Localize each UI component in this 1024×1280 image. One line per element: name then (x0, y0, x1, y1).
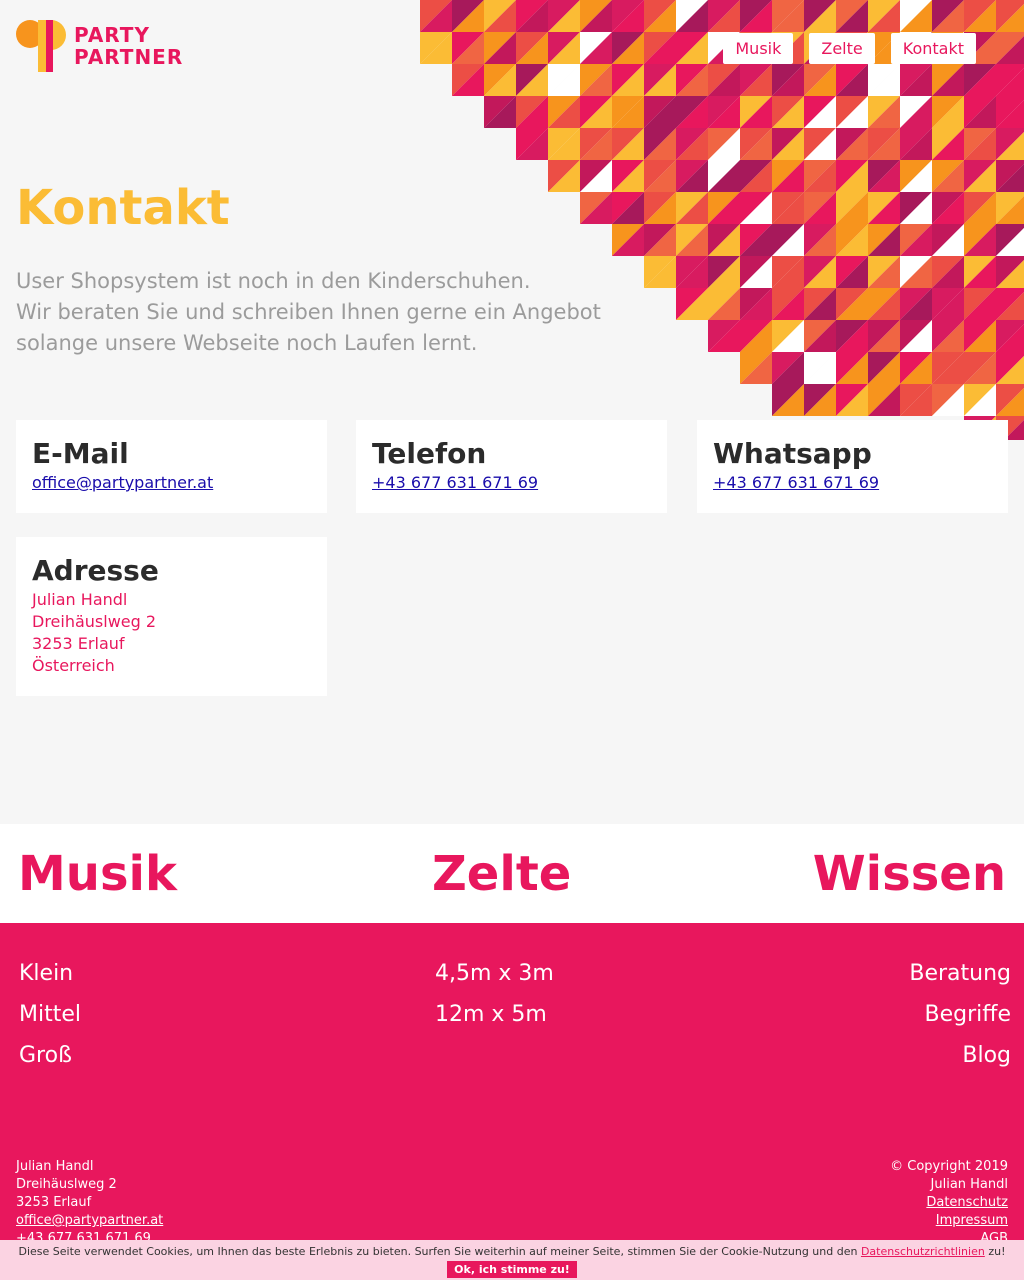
footer-legal: © Copyright 2019 Julian Handl Datenschut… (890, 1158, 1008, 1248)
main-nav: Musik Zelte Kontakt (723, 33, 976, 64)
datenschutz-link[interactable]: Datenschutz (926, 1195, 1008, 1210)
footer-link-zelt-small[interactable]: 4,5m x 3m (435, 961, 554, 986)
cookie-suffix: zu! (988, 1245, 1006, 1258)
email-card: E-Mail office@partypartner.at (16, 420, 327, 513)
whatsapp-card: Whatsapp +43 677 631 671 69 (697, 420, 1008, 513)
footer-contact-name: Julian Handl (16, 1159, 94, 1174)
footer-link-blog[interactable]: Blog (962, 1043, 1011, 1068)
address-line: Dreihäuslweg 2 (32, 612, 157, 631)
intro-line: User Shopsystem ist noch in den Kindersc… (16, 269, 531, 293)
impressum-link[interactable]: Impressum (936, 1213, 1008, 1228)
phone-link[interactable]: +43 677 631 671 69 (372, 473, 538, 492)
whatsapp-link[interactable]: +43 677 631 671 69 (713, 473, 879, 492)
copyright-text: © Copyright 2019 (890, 1159, 1008, 1174)
logo-line1: PARTY (74, 23, 150, 47)
address-line: Österreich (32, 656, 115, 675)
footer-headings: Musik Zelte Wissen (0, 824, 1024, 923)
address-line: Julian Handl (32, 590, 128, 609)
cookie-text: Diese Seite verwendet Cookies, um Ihnen … (18, 1245, 858, 1258)
email-link[interactable]: office@partypartner.at (32, 473, 213, 492)
footer-contact-city: 3253 Erlauf (16, 1195, 92, 1210)
footer-owner: Julian Handl (930, 1177, 1008, 1192)
logo-line2: PARTNER (74, 45, 184, 69)
footer-link-begriffe[interactable]: Begriffe (925, 1002, 1011, 1027)
phone-card: Telefon +43 677 631 671 69 (356, 420, 667, 513)
decorative-triangle-pattern (420, 0, 1024, 440)
address-line: 3253 Erlauf (32, 634, 125, 653)
nav-kontakt[interactable]: Kontakt (890, 33, 976, 64)
privacy-policy-link[interactable]: Datenschutzrichtlinien (861, 1245, 985, 1258)
card-title: E-Mail (32, 437, 129, 470)
cookie-accept-button[interactable]: Ok, ich stimme zu! (447, 1261, 577, 1278)
cookie-banner: Diese Seite verwendet Cookies, um Ihnen … (0, 1240, 1024, 1280)
footer-email-link[interactable]: office@partypartner.at (16, 1213, 163, 1228)
intro-line: solange unsere Webseite noch Laufen lern… (16, 331, 478, 355)
footer-link-gross[interactable]: Groß (19, 1043, 72, 1068)
footer-heading-musik[interactable]: Musik (18, 846, 177, 902)
footer-heading-wissen[interactable]: Wissen (813, 846, 1006, 902)
footer-link-beratung[interactable]: Beratung (909, 961, 1011, 986)
footer-heading-zelte[interactable]: Zelte (432, 846, 571, 902)
footer-contact: Julian Handl Dreihäuslweg 2 3253 Erlauf … (16, 1158, 163, 1248)
card-title: Telefon (372, 437, 487, 470)
footer-link-mittel[interactable]: Mittel (19, 1002, 81, 1027)
address-card: Adresse Julian Handl Dreihäuslweg 2 3253… (16, 537, 327, 696)
footer-contact-street: Dreihäuslweg 2 (16, 1177, 117, 1192)
card-title: Whatsapp (713, 437, 872, 470)
footer-link-zelt-large[interactable]: 12m x 5m (435, 1002, 547, 1027)
footer: Klein Mittel Groß 4,5m x 3m 12m x 5m Ber… (0, 923, 1024, 1280)
logo-mark-icon (16, 20, 66, 72)
page-title: Kontakt (16, 180, 230, 236)
card-title: Adresse (32, 554, 159, 587)
nav-musik[interactable]: Musik (723, 33, 794, 64)
nav-zelte[interactable]: Zelte (809, 33, 875, 64)
intro-text: User Shopsystem ist noch in den Kindersc… (16, 266, 601, 359)
footer-link-klein[interactable]: Klein (19, 961, 73, 986)
intro-line: Wir beraten Sie und schreiben Ihnen gern… (16, 300, 601, 324)
logo[interactable]: PARTY PARTNER (16, 20, 183, 72)
